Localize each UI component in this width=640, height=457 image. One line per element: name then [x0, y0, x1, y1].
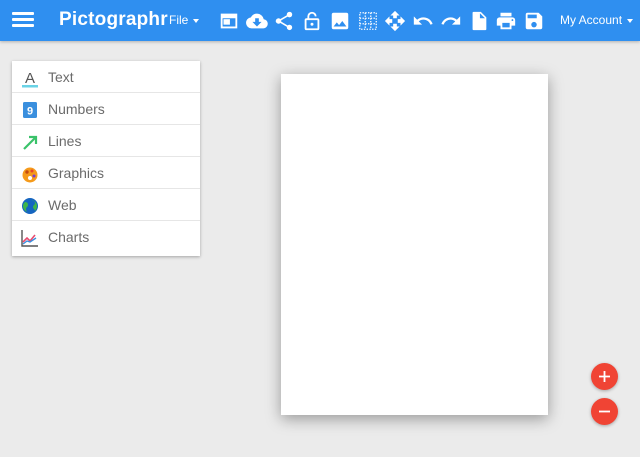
undo-icon[interactable] — [412, 10, 434, 32]
sidebar-item-text[interactable]: A Text — [12, 61, 200, 93]
svg-text:A: A — [25, 70, 35, 87]
minus-icon — [599, 410, 610, 413]
app-title: Pictographr — [59, 9, 168, 30]
graphics-icon — [20, 164, 40, 184]
sidebar-item-web[interactable]: Web — [12, 189, 200, 221]
save-icon[interactable] — [523, 10, 545, 32]
sidebar-item-label: Lines — [48, 133, 82, 149]
share-icon[interactable] — [273, 10, 295, 32]
account-label: My Account — [560, 13, 623, 27]
file-menu-label: File — [169, 13, 189, 27]
sidebar-item-label: Charts — [48, 229, 90, 245]
sidebar-item-numbers[interactable]: 9 Numbers — [12, 93, 200, 125]
svg-text:9: 9 — [27, 106, 33, 118]
text-icon: A — [20, 68, 40, 88]
sidebar-item-label: Text — [48, 69, 74, 85]
element-library-panel: A Text 9 Numbers Lines Graphics Web Char… — [12, 61, 200, 256]
sidebar-item-label: Web — [48, 197, 77, 213]
move-icon[interactable] — [384, 10, 406, 32]
new-window-icon[interactable] — [218, 10, 240, 32]
design-canvas-page[interactable] — [281, 74, 548, 415]
sidebar-item-charts[interactable]: Charts — [12, 221, 200, 253]
sidebar-item-lines[interactable]: Lines — [12, 125, 200, 157]
print-icon[interactable] — [495, 10, 517, 32]
sidebar-item-label: Graphics — [48, 165, 105, 181]
hamburger-menu-icon[interactable] — [12, 9, 34, 31]
document-icon[interactable] — [468, 10, 490, 32]
cloud-download-icon[interactable] — [246, 10, 268, 32]
grid-icon[interactable] — [357, 10, 379, 32]
lines-icon — [20, 132, 40, 152]
sidebar-item-graphics[interactable]: Graphics — [12, 157, 200, 189]
zoom-in-button[interactable] — [591, 363, 618, 390]
redo-icon[interactable] — [440, 10, 462, 32]
globe-icon — [20, 196, 40, 216]
chevron-down-icon — [193, 18, 200, 23]
charts-icon — [20, 228, 40, 248]
lock-icon[interactable] — [301, 10, 323, 32]
account-menu[interactable]: My Account — [560, 13, 634, 27]
top-toolbar: Pictographr File My Account — [0, 0, 640, 41]
chevron-down-icon — [627, 18, 634, 23]
numbers-icon: 9 — [20, 100, 40, 120]
file-menu[interactable]: File — [169, 13, 200, 27]
zoom-out-button[interactable] — [591, 398, 618, 425]
plus-icon — [599, 371, 610, 382]
image-icon[interactable] — [329, 10, 351, 32]
sidebar-item-label: Numbers — [48, 101, 105, 117]
